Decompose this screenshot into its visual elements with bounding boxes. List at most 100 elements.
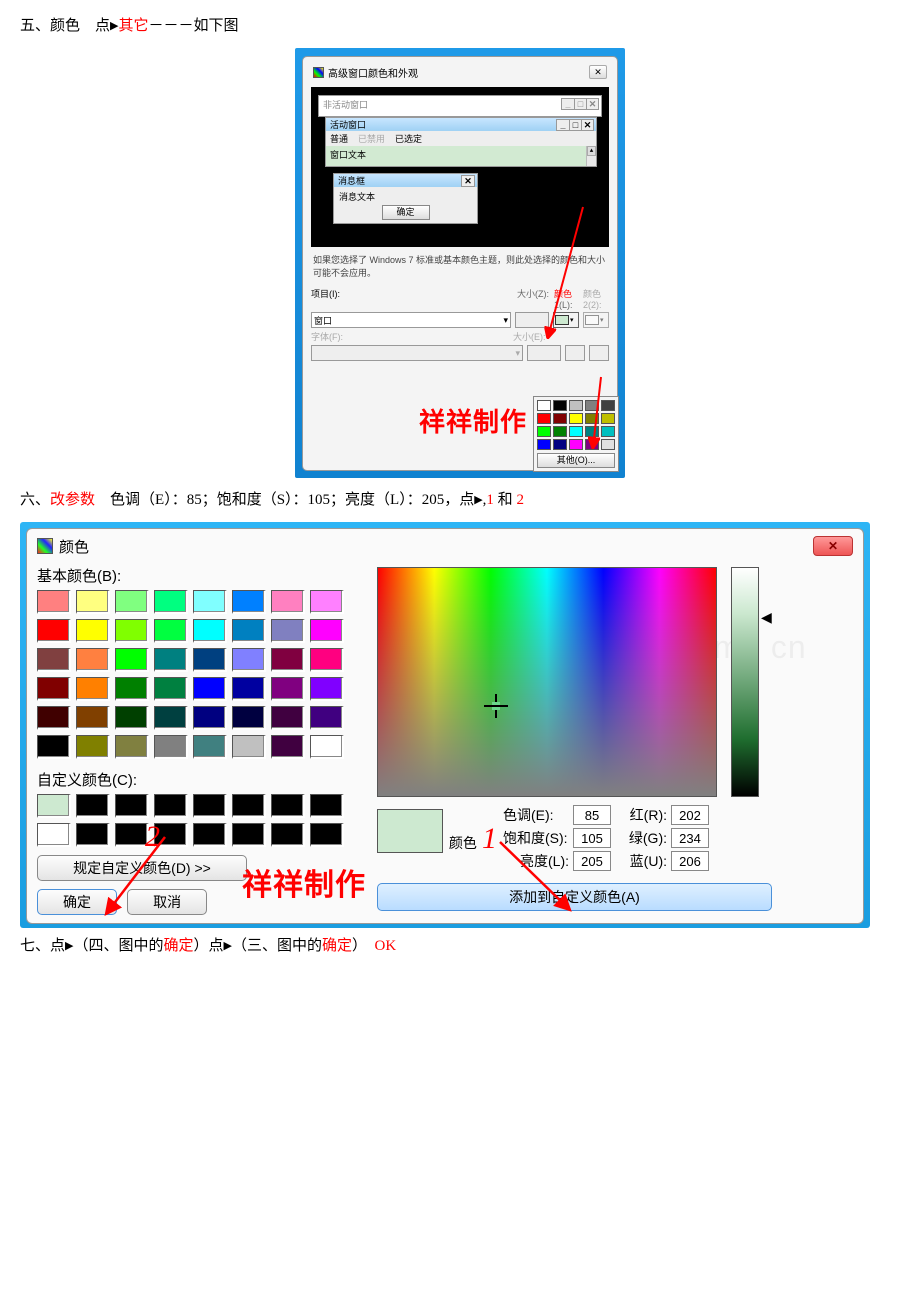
basic-color-swatch[interactable] — [115, 677, 149, 701]
scrollbar[interactable] — [586, 146, 596, 166]
basic-color-swatch[interactable] — [271, 735, 305, 759]
custom-color-swatch[interactable] — [271, 823, 305, 847]
palette-swatch[interactable] — [553, 413, 567, 424]
basic-color-swatch[interactable] — [115, 619, 149, 643]
custom-color-swatch[interactable] — [193, 794, 227, 818]
custom-color-swatch[interactable] — [232, 794, 266, 818]
custom-color-swatch[interactable] — [115, 823, 149, 847]
basic-color-swatch[interactable] — [271, 677, 305, 701]
palette-swatch[interactable] — [537, 439, 551, 450]
basic-color-swatch[interactable] — [310, 648, 344, 672]
palette-swatch[interactable] — [569, 426, 583, 437]
basic-color-swatch[interactable] — [193, 735, 227, 759]
cancel-button[interactable]: 取消 — [127, 889, 207, 915]
basic-color-swatch[interactable] — [37, 735, 71, 759]
add-to-custom-button[interactable]: 添加到自定义颜色(A) — [377, 883, 772, 911]
ok-button[interactable]: 确定 — [37, 889, 117, 915]
palette-swatch[interactable] — [585, 400, 599, 411]
basic-color-swatch[interactable] — [76, 735, 110, 759]
basic-color-swatch[interactable] — [310, 735, 344, 759]
custom-color-swatch[interactable] — [310, 794, 344, 818]
basic-color-swatch[interactable] — [232, 706, 266, 730]
custom-color-swatch[interactable] — [193, 823, 227, 847]
basic-color-swatch[interactable] — [271, 619, 305, 643]
close-button[interactable]: ✕ — [813, 536, 853, 556]
basic-color-swatch[interactable] — [193, 590, 227, 614]
basic-color-swatch[interactable] — [115, 735, 149, 759]
sat-input[interactable] — [573, 828, 611, 848]
red-input[interactable] — [671, 805, 709, 825]
other-colors-button[interactable]: 其他(O)... — [537, 453, 615, 468]
basic-color-swatch[interactable] — [154, 706, 188, 730]
basic-color-swatch[interactable] — [154, 619, 188, 643]
basic-color-swatch[interactable] — [310, 677, 344, 701]
basic-color-swatch[interactable] — [154, 677, 188, 701]
basic-color-swatch[interactable] — [37, 619, 71, 643]
palette-swatch[interactable] — [537, 400, 551, 411]
basic-color-swatch[interactable] — [76, 619, 110, 643]
palette-swatch[interactable] — [569, 413, 583, 424]
close-button[interactable]: ✕ — [589, 65, 607, 79]
luminance-bar[interactable] — [731, 567, 759, 797]
basic-color-swatch[interactable] — [115, 590, 149, 614]
basic-color-swatch[interactable] — [154, 648, 188, 672]
basic-color-swatch[interactable] — [193, 706, 227, 730]
custom-color-swatch[interactable] — [76, 823, 110, 847]
custom-color-swatch[interactable] — [271, 794, 305, 818]
basic-color-swatch[interactable] — [232, 590, 266, 614]
palette-swatch[interactable] — [569, 439, 583, 450]
custom-color-swatch[interactable] — [115, 794, 149, 818]
custom-color-swatch[interactable] — [154, 794, 188, 818]
palette-swatch[interactable] — [569, 400, 583, 411]
custom-color-swatch[interactable] — [76, 794, 110, 818]
basic-color-swatch[interactable] — [154, 590, 188, 614]
custom-color-swatch[interactable] — [37, 794, 71, 818]
palette-swatch[interactable] — [601, 400, 615, 411]
basic-color-swatch[interactable] — [76, 590, 110, 614]
palette-swatch[interactable] — [553, 426, 567, 437]
custom-color-swatch[interactable] — [37, 823, 71, 847]
basic-color-swatch[interactable] — [232, 619, 266, 643]
palette-swatch[interactable] — [585, 426, 599, 437]
basic-color-swatch[interactable] — [310, 590, 344, 614]
basic-color-swatch[interactable] — [37, 706, 71, 730]
basic-color-swatch[interactable] — [76, 648, 110, 672]
msgbox-ok-button[interactable]: 确定 — [382, 205, 430, 220]
basic-color-swatch[interactable] — [115, 648, 149, 672]
green-input[interactable] — [671, 828, 709, 848]
basic-color-swatch[interactable] — [232, 648, 266, 672]
custom-color-swatch[interactable] — [232, 823, 266, 847]
basic-color-swatch[interactable] — [76, 706, 110, 730]
basic-color-swatch[interactable] — [271, 706, 305, 730]
basic-color-swatch[interactable] — [154, 735, 188, 759]
basic-color-swatch[interactable] — [232, 735, 266, 759]
item-dropdown[interactable]: 窗口 ▾ — [311, 312, 511, 328]
palette-swatch[interactable] — [537, 426, 551, 437]
palette-swatch[interactable] — [601, 426, 615, 437]
palette-swatch[interactable] — [601, 413, 615, 424]
hue-sat-field[interactable] — [377, 567, 717, 797]
define-custom-colors-button[interactable]: 规定自定义颜色(D) >> — [37, 855, 247, 881]
basic-color-swatch[interactable] — [193, 677, 227, 701]
hue-input[interactable] — [573, 805, 611, 825]
basic-color-swatch[interactable] — [193, 619, 227, 643]
palette-swatch[interactable] — [585, 413, 599, 424]
custom-color-swatch[interactable] — [310, 823, 344, 847]
basic-color-swatch[interactable] — [37, 648, 71, 672]
basic-color-swatch[interactable] — [271, 648, 305, 672]
basic-color-swatch[interactable] — [193, 648, 227, 672]
basic-color-swatch[interactable] — [76, 677, 110, 701]
basic-color-swatch[interactable] — [310, 706, 344, 730]
basic-color-swatch[interactable] — [37, 590, 71, 614]
lum-input[interactable] — [573, 851, 611, 871]
basic-color-swatch[interactable] — [232, 677, 266, 701]
basic-color-swatch[interactable] — [115, 706, 149, 730]
blue-input[interactable] — [671, 851, 709, 871]
basic-color-swatch[interactable] — [271, 590, 305, 614]
palette-swatch[interactable] — [585, 439, 599, 450]
basic-color-swatch[interactable] — [310, 619, 344, 643]
basic-color-swatch[interactable] — [37, 677, 71, 701]
palette-swatch[interactable] — [537, 413, 551, 424]
palette-swatch[interactable] — [601, 439, 615, 450]
color1-button[interactable]: ▾ — [553, 312, 579, 328]
